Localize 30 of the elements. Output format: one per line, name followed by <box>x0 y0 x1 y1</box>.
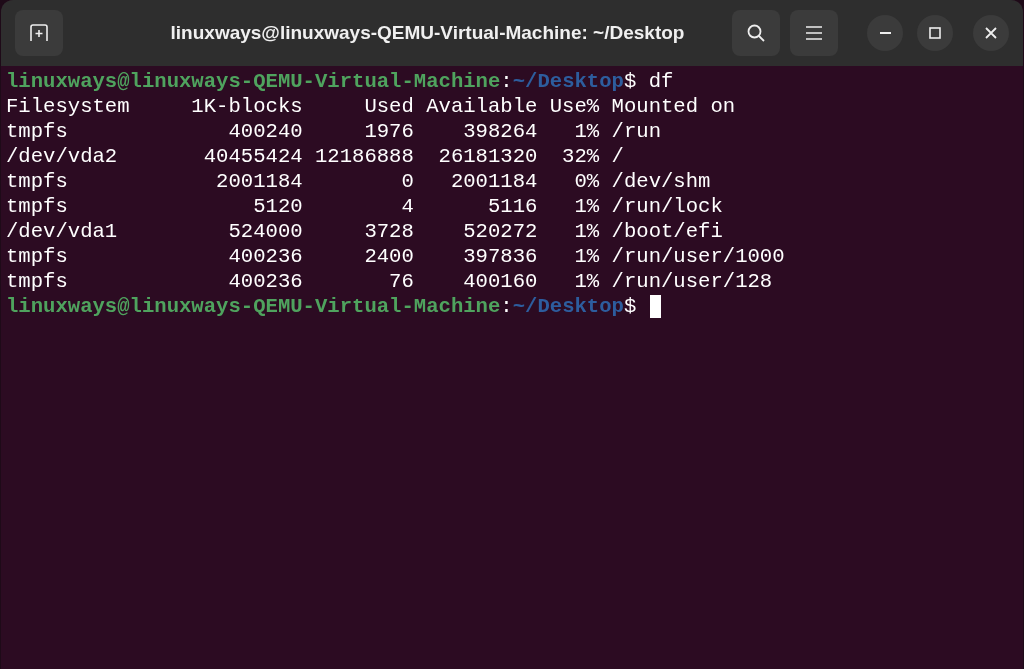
output-line: /dev/vda1 524000 3728 520272 1% /boot/efi <box>6 219 723 244</box>
prompt-user-host: linuxways@linuxways-QEMU-Virtual-Machine <box>6 69 501 94</box>
output-line: /dev/vda2 40455424 12186888 26181320 32% / <box>6 144 624 169</box>
maximize-button[interactable] <box>917 15 953 51</box>
output-line: tmpfs 400240 1976 398264 1% /run <box>6 119 661 144</box>
search-button[interactable] <box>732 10 780 56</box>
prompt-symbol: $ <box>623 69 637 94</box>
output-line: tmpfs 2001184 0 2001184 0% /dev/shm <box>6 169 711 194</box>
output-line: tmpfs 400236 2400 397836 1% /run/user/1000 <box>6 244 785 269</box>
new-tab-button[interactable] <box>15 10 63 56</box>
menu-button[interactable] <box>790 10 838 56</box>
close-icon <box>985 27 997 39</box>
close-button[interactable] <box>973 15 1009 51</box>
output-line: tmpfs 400236 76 400160 1% /run/user/128 <box>6 269 773 294</box>
maximize-icon <box>929 27 941 39</box>
output-line: tmpfs 5120 4 5116 1% /run/lock <box>6 194 723 219</box>
menu-icon <box>806 26 822 40</box>
command-text: df <box>648 69 674 94</box>
search-icon <box>746 23 766 43</box>
prompt-separator: : <box>500 294 513 319</box>
new-tab-icon <box>29 23 49 43</box>
minimize-icon <box>879 32 891 34</box>
prompt-user-host: linuxways@linuxways-QEMU-Virtual-Machine <box>6 294 501 319</box>
prompt-path: ~/Desktop <box>512 69 624 94</box>
window-title: linuxways@linuxways-QEMU-Virtual-Machine: ~/Desktop <box>170 20 685 45</box>
output-line: Filesystem 1K-blocks Used Available Use% Mounted on <box>6 94 736 119</box>
prompt-path: ~/Desktop <box>512 294 624 319</box>
prompt-separator: : <box>500 69 513 94</box>
prompt-symbol: $ <box>623 294 637 319</box>
text-cursor <box>650 295 662 318</box>
